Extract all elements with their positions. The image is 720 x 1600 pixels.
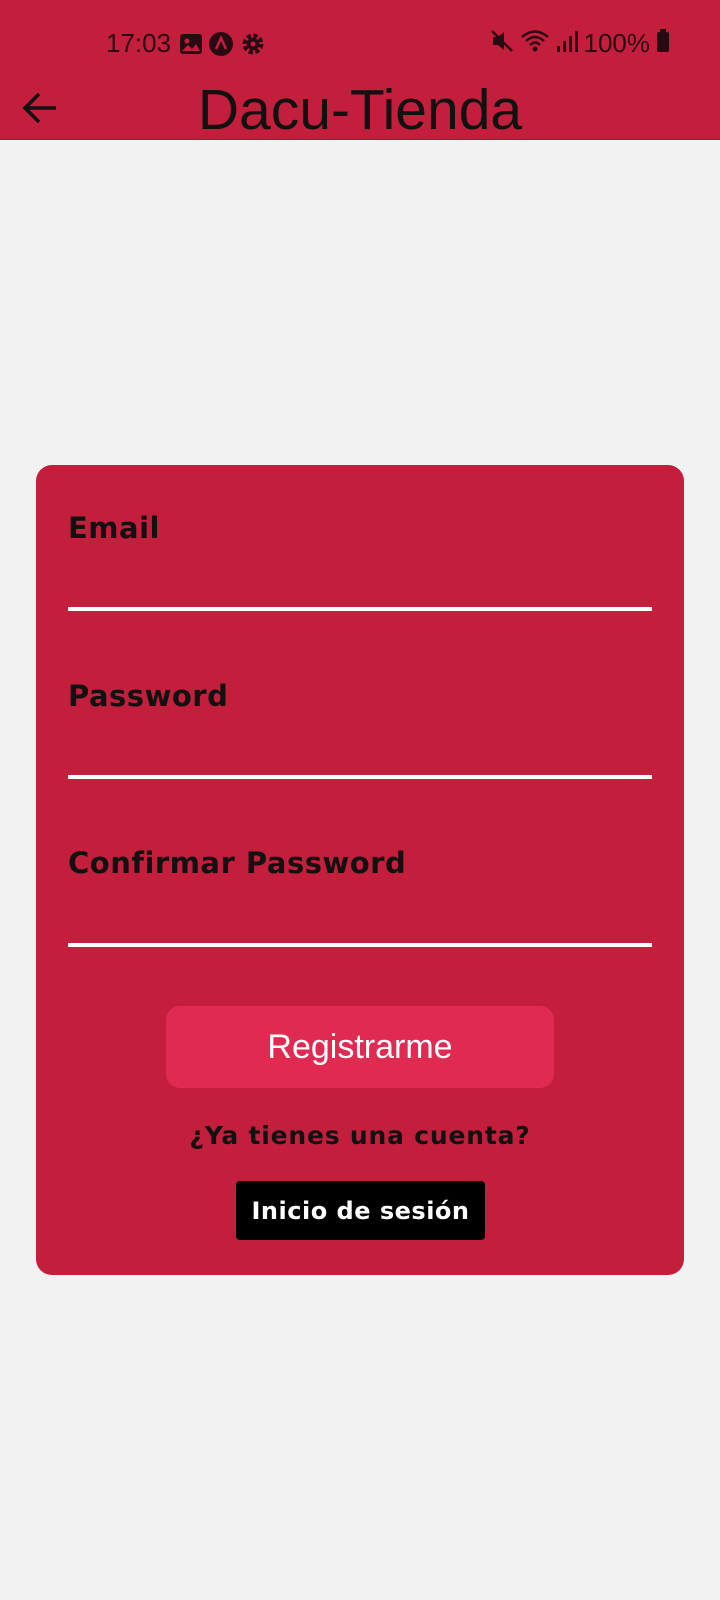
- battery-percent: 100%: [583, 27, 651, 58]
- page-title: Dacu-Tienda: [197, 78, 523, 142]
- email-field[interactable]: [68, 561, 652, 611]
- password-label: Password: [68, 679, 229, 713]
- register-card: Email Password Confirmar Password Regist…: [36, 465, 684, 1275]
- password-field[interactable]: [68, 729, 652, 779]
- wifi-icon: [520, 28, 550, 59]
- status-bar: 17:03 100%: [0, 0, 720, 88]
- status-time: 17:03: [106, 28, 172, 58]
- email-label: Email: [68, 511, 160, 545]
- mute-icon: [490, 28, 514, 59]
- gear-icon: [240, 31, 266, 57]
- confirm-password-label: Confirmar Password: [68, 846, 407, 880]
- app-bar: 17:03 100% Dacu-Tienda: [0, 0, 720, 142]
- have-account-text: ¿Ya tienes una cuenta?: [189, 1121, 531, 1150]
- status-right-group: 100%: [490, 28, 671, 58]
- signal-icon: [556, 28, 578, 59]
- gallery-icon: [178, 31, 204, 57]
- login-button[interactable]: Inicio de sesión: [236, 1181, 485, 1240]
- confirm-password-field[interactable]: [68, 897, 652, 947]
- register-button[interactable]: Registrarme: [166, 1006, 554, 1088]
- app-a-icon: [208, 31, 234, 57]
- battery-icon: [656, 28, 670, 59]
